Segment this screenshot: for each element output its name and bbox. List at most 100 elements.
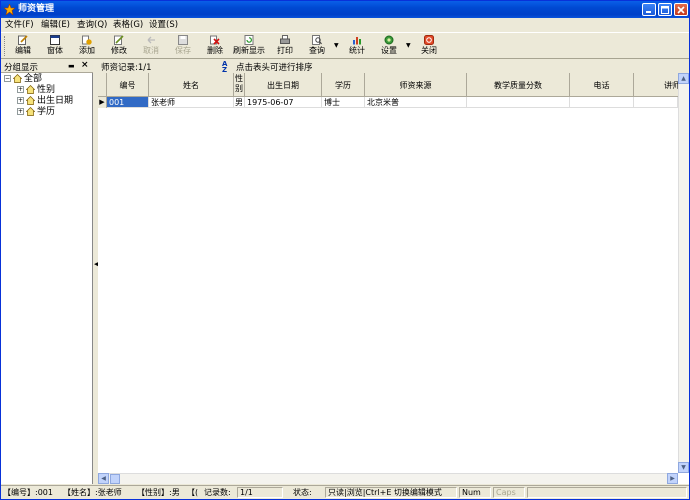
status-field-name: 【姓名】:张老师 (63, 488, 122, 497)
table-cell[interactable] (467, 97, 570, 108)
expand-icon[interactable]: + (17, 108, 24, 115)
status-mode: 只读|浏览|Ctrl+E 切换编辑模式 (325, 487, 457, 498)
table-cell[interactable]: 1975-06-07 (245, 97, 322, 108)
tree-node-education[interactable]: + 学历 (17, 107, 55, 118)
column-header[interactable]: 讲师 (634, 73, 678, 97)
settings-dropdown-arrow-icon[interactable]: ▼ (406, 42, 411, 49)
column-header[interactable]: 师资来源 (365, 73, 467, 97)
status-field-gender: 【性别】:男 (137, 488, 180, 497)
table-cell[interactable] (570, 97, 634, 108)
minimize-button[interactable] (642, 3, 656, 16)
table-cell[interactable]: 博士 (322, 97, 365, 108)
tree-node-all[interactable]: − 全部 (4, 74, 42, 85)
print-label: 打印 (277, 46, 293, 55)
group-panel-title: 分组显示 (4, 63, 39, 73)
current-row-indicator-icon[interactable]: ▶ (98, 97, 107, 108)
records-grid: 编号 姓名 性别 出生日期 学历 师资来源 教学质量分数 电话 讲师 ▶ 001… (98, 73, 678, 473)
add-icon (82, 35, 92, 45)
edit-button[interactable]: 编辑 (9, 35, 37, 58)
menu-query[interactable]: 查询(Q) (77, 19, 107, 31)
tree-node-birthdate[interactable]: + 出生日期 (17, 96, 73, 107)
expand-icon[interactable]: + (17, 97, 24, 104)
close-label: 关闭 (421, 46, 437, 55)
status-state-label: 状态: (293, 488, 312, 497)
status-num: Num (459, 487, 491, 498)
pin-icon[interactable]: ▬ (68, 62, 75, 70)
app-icon (4, 4, 15, 15)
column-header-label: 姓名 (183, 81, 199, 90)
home-icon (13, 74, 22, 83)
group-panel: 分组显示 ▬ × − 全部 + 性别 + 出生日期 + 学历 (1, 60, 93, 484)
records-panel-header: 师资记录:1/1 AZ 点击表头可进行排序 (98, 60, 689, 74)
status-bar: 【编号】:001 【姓名】:张老师 【性别】:男 【( 记录数: 1/1 状态:… (1, 485, 689, 499)
add-button[interactable]: 添加 (73, 35, 101, 58)
column-header[interactable]: 性别 (234, 73, 245, 97)
title-bar[interactable]: 师资管理 (1, 1, 689, 18)
records-panel: 师资记录:1/1 AZ 点击表头可进行排序 编号 姓名 性别 出生日期 学历 师… (98, 60, 689, 484)
close-window-button[interactable] (674, 3, 688, 16)
menu-edit[interactable]: 编辑(E) (41, 19, 70, 31)
column-header[interactable]: 电话 (570, 73, 634, 97)
print-button[interactable]: 打印 (271, 35, 299, 58)
toolbar-grip[interactable] (4, 36, 7, 56)
tree-label-education: 学历 (37, 107, 56, 117)
scroll-left-icon[interactable]: ◀ (98, 473, 109, 484)
save-label: 保存 (175, 46, 191, 55)
table-cell[interactable]: 北京米普 (365, 97, 467, 108)
column-header[interactable]: 编号 (107, 73, 149, 97)
table-cell[interactable]: 男 (234, 97, 245, 108)
scroll-right-icon[interactable]: ▶ (667, 473, 678, 484)
save-button[interactable]: 保存 (169, 35, 197, 58)
stats-button[interactable]: 统计 (343, 35, 371, 58)
table-cell[interactable]: 001 (107, 97, 149, 108)
tree-label-all: 全部 (24, 74, 43, 84)
close-button[interactable]: 关闭 (415, 35, 443, 58)
modify-button[interactable]: 修改 (105, 35, 133, 58)
window-button[interactable]: 窗体 (41, 35, 69, 58)
window-title: 师资管理 (18, 4, 55, 14)
modify-label: 修改 (111, 46, 127, 55)
tree-label-birthdate: 出生日期 (37, 96, 74, 106)
record-count: 师资记录:1/1 (101, 63, 152, 73)
window-icon (50, 35, 60, 45)
cancel-icon (147, 36, 155, 44)
vertical-scrollbar[interactable]: ▲ ▼ (678, 73, 689, 473)
settings-button[interactable]: 设置 (375, 35, 403, 58)
collapse-icon[interactable]: − (4, 75, 11, 82)
tree-node-gender[interactable]: + 性别 (17, 85, 55, 96)
column-header[interactable]: 姓名 (149, 73, 234, 97)
menu-settings[interactable]: 设置(S) (149, 19, 178, 31)
status-record-value: 1/1 (237, 487, 283, 498)
menu-file[interactable]: 文件(F) (5, 19, 34, 31)
edit-label: 编辑 (15, 46, 31, 55)
expand-icon[interactable]: + (17, 86, 24, 93)
cancel-button[interactable]: 取消 (137, 35, 165, 58)
minimize-icon (646, 11, 651, 13)
menu-table[interactable]: 表格(G) (113, 19, 143, 31)
query-dropdown-arrow-icon[interactable]: ▼ (334, 42, 339, 49)
delete-button[interactable]: 删除 (201, 35, 229, 58)
scroll-up-icon[interactable]: ▲ (678, 73, 689, 84)
delete-icon (210, 35, 220, 45)
status-field-id: 【编号】:001 (3, 488, 53, 497)
scroll-thumb[interactable] (110, 474, 120, 484)
column-header[interactable]: 学历 (322, 73, 365, 97)
maximize-button[interactable] (658, 3, 672, 16)
refresh-button[interactable]: 刷新显示 (231, 35, 267, 58)
column-header[interactable]: 出生日期 (245, 73, 322, 97)
scroll-down-icon[interactable]: ▼ (678, 462, 689, 473)
sort-az-icon: AZ (222, 60, 228, 74)
close-icon (677, 6, 685, 14)
stats-icon (353, 37, 361, 45)
table-cell[interactable]: 张老师 (149, 97, 234, 108)
horizontal-scrollbar[interactable]: ◀ ▶ (98, 473, 678, 484)
query-button[interactable]: 查询 (303, 35, 331, 58)
column-header[interactable]: 教学质量分数 (467, 73, 570, 97)
refresh-label: 刷新显示 (233, 46, 265, 55)
table-cell[interactable] (634, 97, 678, 108)
edit-icon (18, 35, 28, 45)
power-icon (424, 35, 434, 45)
query-label: 查询 (309, 46, 325, 55)
panel-close-icon[interactable]: × (81, 60, 89, 70)
print-icon (280, 35, 290, 44)
